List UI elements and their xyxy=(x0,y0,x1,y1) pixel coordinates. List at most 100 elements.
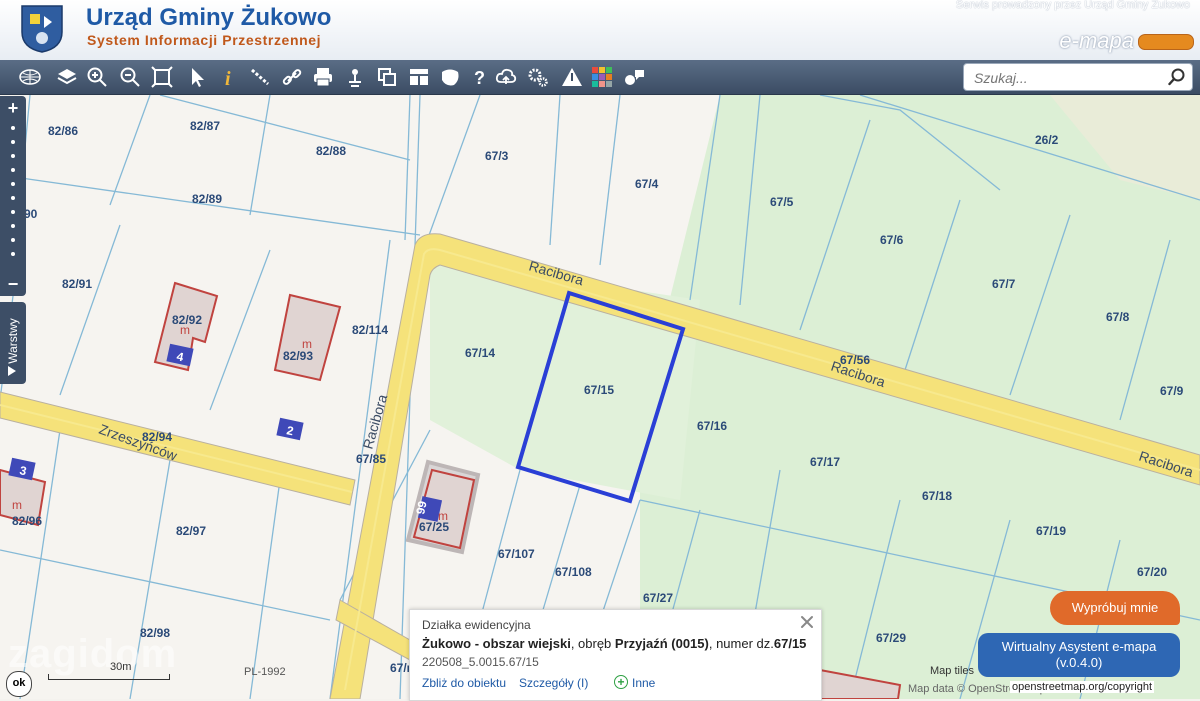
emapa-brand: e-mapa xyxy=(1059,28,1134,53)
zoom-extent-icon[interactable] xyxy=(150,65,174,89)
assistant-name: Wirtualny Asystent e-mapa xyxy=(1001,639,1157,654)
zoom-level-dot[interactable] xyxy=(11,182,15,186)
layout-icon[interactable] xyxy=(407,65,431,89)
palette-icon[interactable] xyxy=(590,65,614,89)
settings-icon[interactable] xyxy=(526,65,550,89)
search-icon[interactable] xyxy=(1168,68,1186,86)
building-mark: m xyxy=(438,509,448,523)
zoom-level-dot[interactable] xyxy=(11,210,15,214)
zoom-level-dot[interactable] xyxy=(11,252,15,256)
popup-place: Żukowo - obszar wiejski xyxy=(422,636,571,651)
parcel-label: 90 xyxy=(24,207,38,221)
plus-icon[interactable]: + xyxy=(614,675,628,689)
zoom-level-dot[interactable] xyxy=(11,126,15,130)
parcel-label: 67/5 xyxy=(770,195,794,209)
parcel-label: 67/3 xyxy=(485,149,509,163)
parcel-label: 82/88 xyxy=(316,144,346,158)
popup-precinct: Przyjaźń (0015) xyxy=(614,636,709,651)
parcel-label: 82/87 xyxy=(190,119,220,133)
popup-sep-number: , numer dz. xyxy=(708,636,774,651)
parcel-label: 67/6 xyxy=(880,233,904,247)
osm-copyright-link[interactable]: openstreetmap.org/copyright xyxy=(1010,681,1155,693)
info-icon[interactable]: i xyxy=(217,65,241,89)
globe-icon[interactable] xyxy=(10,65,50,89)
layers-icon[interactable] xyxy=(55,65,79,89)
print-icon[interactable] xyxy=(311,65,335,89)
parcel-label: 67/14 xyxy=(465,346,495,360)
parcel-label: 67/9 xyxy=(1160,384,1184,398)
parcel-label: 67/27 xyxy=(643,591,673,605)
parcel-label: 67/16 xyxy=(697,419,727,433)
measure-icon[interactable] xyxy=(248,65,272,89)
parcel-label: 82/86 xyxy=(48,124,78,138)
parcel-label: 67/85 xyxy=(356,452,386,466)
parcel-label: 26/2 xyxy=(1035,133,1059,147)
warning-icon[interactable] xyxy=(560,65,584,89)
layers-panel-toggle[interactable]: Warstwy xyxy=(0,302,26,384)
parcel-label: 82/93 xyxy=(283,349,313,363)
building-mark: m xyxy=(180,323,190,337)
parcel-label: 67/29 xyxy=(876,631,906,645)
parcel-label: 67/4 xyxy=(635,177,659,191)
close-icon[interactable] xyxy=(799,614,815,630)
popup-parcel-id: 220508_5.0015.67/15 xyxy=(422,655,539,669)
search-box xyxy=(963,63,1193,91)
parcel-label: 67/7 xyxy=(992,277,1016,291)
help-icon[interactable]: ? xyxy=(468,65,492,89)
scale-bar: 30m xyxy=(44,660,184,688)
zoom-in-icon[interactable] xyxy=(85,65,109,89)
zoom-level-dot[interactable] xyxy=(11,224,15,228)
coordinate-system: PL-1992 xyxy=(244,666,286,678)
layers-label: Warstwy xyxy=(6,318,20,364)
parcel-label: 82/97 xyxy=(176,524,206,538)
pointer-icon[interactable] xyxy=(185,65,209,89)
zoom-to-object-link[interactable]: Zbliż do obiektu xyxy=(422,676,506,690)
parcel-label: 67/20 xyxy=(1137,565,1167,579)
link-icon[interactable] xyxy=(280,65,304,89)
building-mark: m xyxy=(302,337,312,351)
scale-line xyxy=(48,674,170,680)
app-header: Urząd Gminy Żukowo System Informacji Prz… xyxy=(0,0,1200,61)
map-attribution: Map tiles Map data © OpenStreetMap opens… xyxy=(908,665,1200,699)
copy-icon[interactable] xyxy=(375,65,399,89)
parcel-label: 67/19 xyxy=(1036,524,1066,538)
search-input[interactable] xyxy=(972,68,1166,88)
pin-icon[interactable] xyxy=(343,65,367,89)
zoom-out-button[interactable]: − xyxy=(3,274,23,294)
map-tiles-attribution: Map tiles xyxy=(930,665,975,677)
try-me-button[interactable]: Wypróbuj mnie xyxy=(1050,591,1180,625)
cloud-icon[interactable] xyxy=(494,65,518,89)
parcel-label: 67/18 xyxy=(922,489,952,503)
parcel-label: 67/8 xyxy=(1106,310,1130,324)
scale-label: 30m xyxy=(110,661,132,673)
served-by-text: Serwis prowadzony przez Urząd Gminy Żuko… xyxy=(955,0,1190,11)
zoom-level-dot[interactable] xyxy=(11,154,15,158)
page-subtitle: System Informacji Przestrzennej xyxy=(87,32,322,48)
shape-icon[interactable] xyxy=(438,65,462,89)
page-title: Urząd Gminy Żukowo xyxy=(86,4,332,31)
parcel-label: 67/15 xyxy=(584,383,614,397)
zoom-in-button[interactable]: + xyxy=(3,98,23,118)
parcel-label: 67/107 xyxy=(498,547,535,561)
svg-text:?: ? xyxy=(474,68,485,88)
other-link[interactable]: Inne xyxy=(632,676,655,690)
parcel-info-popup: Działka ewidencyjna Żukowo - obszar wiej… xyxy=(409,609,822,701)
ok-button[interactable]: ok xyxy=(6,671,32,697)
zoom-bar: + − xyxy=(0,96,26,296)
zoom-out-icon[interactable] xyxy=(118,65,142,89)
coat-of-arms-logo xyxy=(21,5,63,53)
zoom-level-dot[interactable] xyxy=(11,196,15,200)
parcel-label: 67/108 xyxy=(555,565,592,579)
building-mark: m xyxy=(12,498,22,512)
parcel-label: 82/114 xyxy=(352,323,388,337)
popup-heading: Działka ewidencyjna xyxy=(422,618,531,632)
zoom-level-dot[interactable] xyxy=(11,168,15,172)
comment-icon[interactable] xyxy=(622,65,646,89)
parcel-label: 82/96 xyxy=(12,514,42,528)
zoom-level-dot[interactable] xyxy=(11,140,15,144)
parcel-label: 67/17 xyxy=(810,455,840,469)
parcel-label: 82/91 xyxy=(62,277,92,291)
details-link[interactable]: Szczegóły (I) xyxy=(519,676,588,690)
popup-parcel-description: Żukowo - obszar wiejski, obręb Przyjaźń … xyxy=(422,636,806,651)
zoom-level-dot[interactable] xyxy=(11,238,15,242)
